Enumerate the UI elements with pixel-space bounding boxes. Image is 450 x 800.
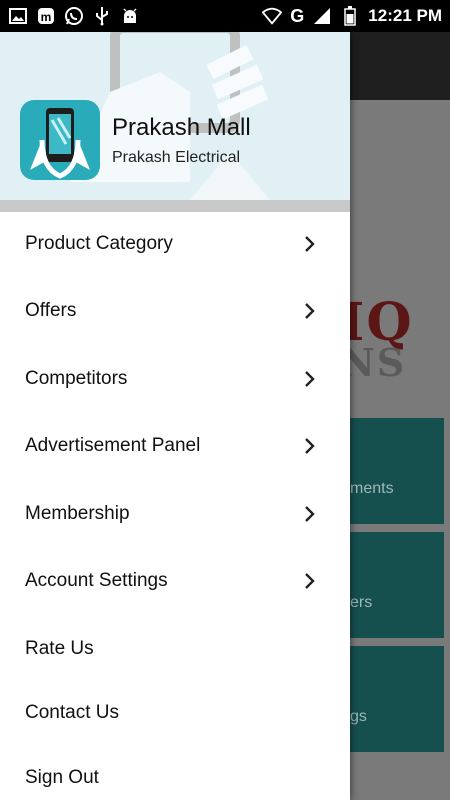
whatsapp-icon — [64, 6, 84, 26]
app-subtitle: Prakash Electrical — [112, 149, 241, 166]
background-tile-label: gs — [350, 708, 367, 725]
chevron-right-icon — [302, 236, 318, 252]
image-icon — [8, 6, 28, 26]
android-icon — [120, 6, 140, 26]
menu-item-rate-us[interactable]: Rate Us — [0, 617, 350, 681]
clock: 12:21 PM — [368, 6, 442, 25]
chevron-right-icon — [302, 371, 318, 387]
menu-item-sign-out[interactable]: Sign Out — [0, 746, 350, 800]
menu-item-contact-us[interactable]: Contact Us — [0, 681, 350, 745]
menu-item-offers[interactable]: Offers — [0, 279, 350, 343]
menu-item-label: Sign Out — [25, 767, 99, 788]
background-tile-label: ments — [350, 480, 394, 497]
notification-icons: m — [8, 6, 140, 26]
menu-item-label: Contact Us — [25, 702, 119, 723]
menu-item-product-category[interactable]: Product Category — [0, 212, 350, 276]
usb-icon — [92, 6, 112, 26]
messenger-m-icon: m — [36, 6, 56, 26]
menu-item-label: Rate Us — [25, 638, 94, 659]
app-name: Prakash Mall — [112, 114, 251, 141]
menu-item-label: Advertisement Panel — [25, 435, 201, 456]
signal-icon — [312, 6, 332, 26]
navigation-drawer: Prakash Mall Prakash Electrical Product … — [0, 32, 350, 800]
header-divider — [0, 200, 350, 212]
drawer-header: Prakash Mall Prakash Electrical — [0, 32, 350, 200]
network-type: G — [290, 5, 305, 26]
chevron-right-icon — [302, 573, 318, 589]
menu-item-competitors[interactable]: Competitors — [0, 347, 350, 411]
system-status: G 12:21 PM — [262, 4, 442, 28]
battery-icon — [340, 6, 360, 26]
chevron-right-icon — [302, 303, 318, 319]
menu-item-label: Account Settings — [25, 570, 168, 591]
chevron-right-icon — [302, 438, 318, 454]
menu-item-label: Product Category — [25, 233, 173, 254]
svg-text:m: m — [41, 10, 52, 24]
menu-item-label: Competitors — [25, 368, 128, 389]
wifi-icon — [262, 6, 283, 26]
menu-item-label: Offers — [25, 300, 77, 321]
background-tile-label: ers — [350, 594, 373, 611]
menu-item-label: Membership — [25, 503, 130, 524]
menu-item-membership[interactable]: Membership — [0, 482, 350, 546]
menu-item-account-settings[interactable]: Account Settings — [0, 549, 350, 613]
app-logo — [20, 100, 100, 180]
menu-item-advertisement-panel[interactable]: Advertisement Panel — [0, 414, 350, 478]
chevron-right-icon — [302, 506, 318, 522]
status-bar: m G 12:21 PM — [0, 0, 450, 32]
